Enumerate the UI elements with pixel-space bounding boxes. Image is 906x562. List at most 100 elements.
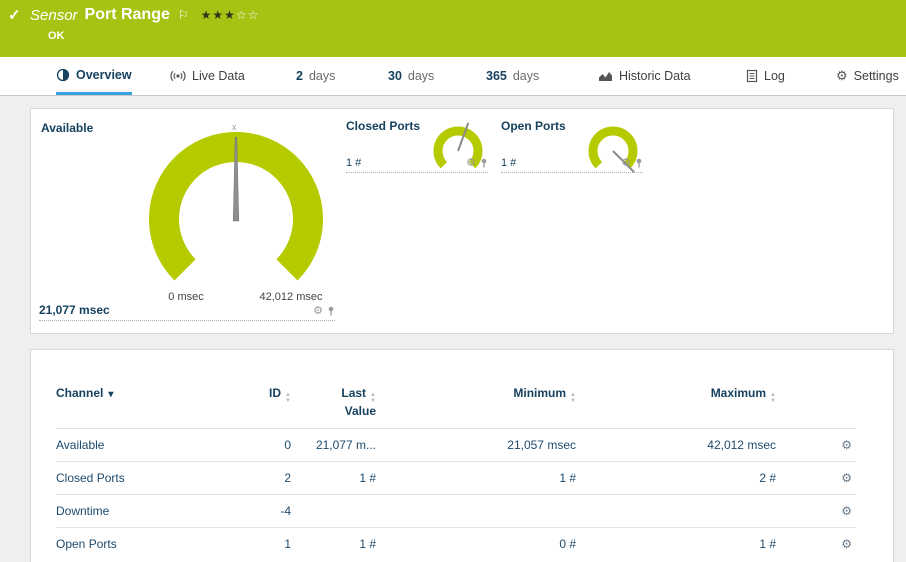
settings-gear-icon: ⚙ xyxy=(836,68,848,83)
gauge-settings-gear-icon[interactable]: ⚙ xyxy=(621,156,631,169)
priority-stars[interactable]: ★★★☆☆ xyxy=(201,8,260,22)
channel-name[interactable]: Available xyxy=(56,428,226,462)
channel-name[interactable]: Downtime xyxy=(56,494,226,528)
sort-icon: ▲ ▼ xyxy=(285,392,291,404)
status-badge: OK xyxy=(48,30,65,42)
log-icon xyxy=(746,69,758,83)
star-empty-icon[interactable]: ☆ xyxy=(236,8,248,22)
tab-overview[interactable]: Overview xyxy=(56,57,132,95)
column-header-maximum[interactable]: Maximum ▲ ▼ xyxy=(576,386,776,429)
tab-settings[interactable]: ⚙ Settings xyxy=(836,57,899,95)
column-label: ID xyxy=(269,386,282,400)
gauge-closed-ports-label: Closed Ports xyxy=(346,119,421,133)
gauge-available-label: Available xyxy=(41,121,94,135)
column-label: Maximum xyxy=(710,386,767,400)
tab-overview-label: Overview xyxy=(76,67,132,82)
tab-bar: Overview Live Data 2 days 30 days 365 da… xyxy=(0,57,906,96)
historic-data-icon xyxy=(599,72,612,81)
channels-table: Channel ▾ ID ▲ ▼ Last ▲ ▼ Value Minimum ▲ ▼ Max… xyxy=(56,386,856,561)
table-row[interactable]: Open Ports 1 1 # 0 # 1 # ⚙ xyxy=(56,527,856,561)
sort-descending-icon: ▾ xyxy=(108,389,114,400)
tab-2-days[interactable]: 2 days xyxy=(296,57,335,95)
available-gauge: x xyxy=(149,122,323,281)
sensor-header: ✓ Sensor Port Range ⚐ ★★★☆☆ OK xyxy=(0,0,906,57)
gauge-settings-gear-icon[interactable]: ⚙ xyxy=(466,156,476,169)
channel-last-value: 1 # xyxy=(291,461,376,495)
open-ports-value-line: 1 # ⚙ xyxy=(501,153,643,173)
sort-icon: ▲ ▼ xyxy=(570,392,576,404)
table-header-row: Channel ▾ ID ▲ ▼ Last ▲ ▼ Value Minimum ▲ ▼ Max… xyxy=(56,386,856,429)
channel-last-value: 21,077 m... xyxy=(291,428,376,462)
tab-30-days[interactable]: 30 days xyxy=(388,57,434,95)
open-ports-current-value: 1 # xyxy=(501,157,517,169)
channel-id: 0 xyxy=(226,428,291,462)
column-header-actions xyxy=(776,386,856,429)
sensor-kind-label: Sensor xyxy=(30,6,78,24)
column-label: Minimum xyxy=(513,386,567,400)
prtg-sensor-page: ✓ Sensor Port Range ⚐ ★★★☆☆ OK Overview xyxy=(0,0,906,562)
closed-ports-gauge-actions: ⚙ xyxy=(466,156,488,169)
gauge-max-marker: x xyxy=(232,122,237,132)
tab-2-days-number: 2 xyxy=(296,69,303,83)
channels-panel: Channel ▾ ID ▲ ▼ Last ▲ ▼ Value Minimum ▲ ▼ Max… xyxy=(30,349,894,562)
available-gauge-actions: ⚙ xyxy=(313,304,335,317)
tab-historic-data-label: Historic Data xyxy=(619,69,691,83)
channel-id: 1 xyxy=(226,527,291,561)
tab-historic-data[interactable]: Historic Data xyxy=(598,57,691,95)
available-value-line: 21,077 msec ⚙ xyxy=(39,297,335,321)
sort-icon: ▲ ▼ xyxy=(770,392,776,404)
pin-icon[interactable] xyxy=(635,158,643,168)
sort-icon: ▲ ▼ xyxy=(370,392,376,404)
tab-365-days-unit: days xyxy=(512,69,540,83)
channel-id: -4 xyxy=(226,494,291,528)
column-header-minimum[interactable]: Minimum ▲ ▼ xyxy=(376,386,576,429)
flag-icon[interactable]: ⚐ xyxy=(178,8,189,22)
channel-maximum: 42,012 msec xyxy=(576,428,776,462)
pin-icon[interactable] xyxy=(480,158,488,168)
tab-log-label: Log xyxy=(764,69,785,83)
star-filled-icon[interactable]: ★ xyxy=(224,8,236,22)
star-empty-icon[interactable]: ☆ xyxy=(248,8,260,22)
star-filled-icon[interactable]: ★ xyxy=(201,8,213,22)
tab-365-days[interactable]: 365 days xyxy=(486,57,539,95)
pin-icon[interactable] xyxy=(327,306,335,316)
channel-minimum: 1 # xyxy=(376,461,576,495)
channel-minimum xyxy=(376,494,576,528)
column-header-last-value[interactable]: Last ▲ ▼ Value xyxy=(291,386,376,429)
available-current-value: 21,077 msec xyxy=(39,303,110,317)
tab-365-days-number: 365 xyxy=(486,69,507,83)
channel-maximum: 2 # xyxy=(576,461,776,495)
tab-live-data[interactable]: Live Data xyxy=(170,57,245,95)
channel-settings-gear-icon[interactable]: ⚙ xyxy=(776,527,856,561)
status-ok-icon: ✓ xyxy=(8,7,21,24)
channel-last-value: 1 # xyxy=(291,527,376,561)
tab-settings-label: Settings xyxy=(853,69,899,83)
gauges-panel: Available x 0 msec 42,012 msec 21,077 ms… xyxy=(30,108,894,334)
gauge-open-ports-label: Open Ports xyxy=(501,119,566,133)
channel-settings-gear-icon[interactable]: ⚙ xyxy=(776,494,856,528)
table-row[interactable]: Downtime -4 ⚙ xyxy=(56,494,856,528)
gauge-settings-gear-icon[interactable]: ⚙ xyxy=(313,304,323,317)
star-filled-icon[interactable]: ★ xyxy=(212,8,224,22)
open-ports-gauge-actions: ⚙ xyxy=(621,156,643,169)
channel-minimum: 21,057 msec xyxy=(376,428,576,462)
tab-log[interactable]: Log xyxy=(746,57,785,95)
overview-icon xyxy=(56,68,70,81)
channel-minimum: 0 # xyxy=(376,527,576,561)
channel-name[interactable]: Closed Ports xyxy=(56,461,226,495)
channel-settings-gear-icon[interactable]: ⚙ xyxy=(776,461,856,495)
channel-name[interactable]: Open Ports xyxy=(56,527,226,561)
channel-id: 2 xyxy=(226,461,291,495)
page-title: Port Range xyxy=(84,6,170,23)
tab-30-days-number: 30 xyxy=(388,69,402,83)
column-header-id[interactable]: ID ▲ ▼ xyxy=(226,386,291,429)
channel-settings-gear-icon[interactable]: ⚙ xyxy=(776,428,856,462)
column-header-channel[interactable]: Channel ▾ xyxy=(56,386,226,429)
channel-last-value xyxy=(291,494,376,528)
tab-30-days-unit: days xyxy=(407,69,435,83)
table-row[interactable]: Closed Ports 2 1 # 1 # 2 # ⚙ xyxy=(56,461,856,495)
closed-ports-gauge xyxy=(433,122,483,169)
column-label: Last xyxy=(341,386,367,400)
closed-ports-current-value: 1 # xyxy=(346,157,362,169)
table-row[interactable]: Available 0 21,077 m... 21,057 msec 42,0… xyxy=(56,428,856,462)
